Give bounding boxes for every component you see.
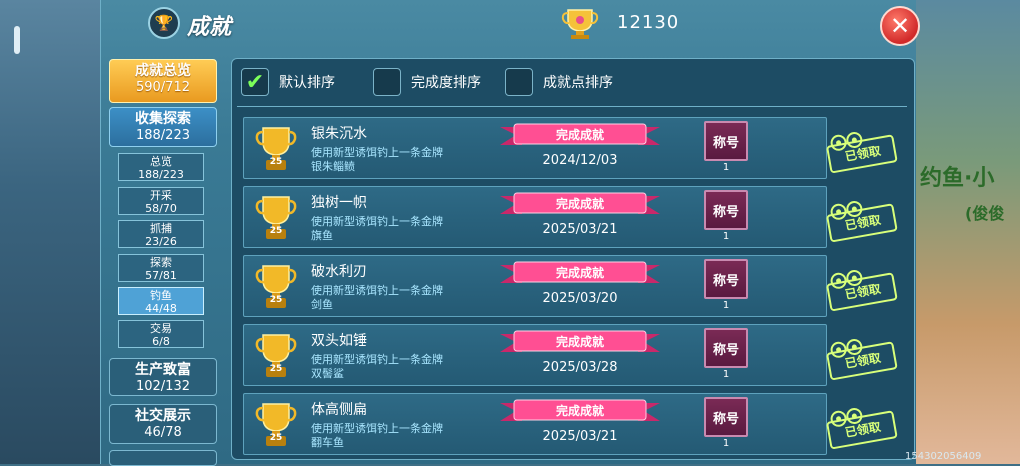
reward-label: 称号 [712,342,739,358]
complete-badge: 完成成就 [555,128,604,142]
achievement-title: 双头如锤 [311,333,367,349]
achievement-row[interactable]: 25 独树一帜 使用新型诱饵钓上一条金牌 旗鱼 完成成就 2025/03/21 … [243,186,827,248]
achievement-title: 破水利刃 [311,264,367,280]
cup-points: 25 [269,433,283,443]
title-reward[interactable]: 称号 [704,259,748,299]
title-reward[interactable]: 称号 [704,190,748,230]
achievement-fish: 旗鱼 [311,229,333,242]
trophy-icon: 🏆 [148,7,180,39]
achievement-row[interactable]: 25 双头如锤 使用新型诱饵钓上一条金牌 双髻鲨 完成成就 2025/03/28… [243,324,827,386]
sub-count: 58/70 [145,202,177,215]
achievement-title: 银朱沉水 [311,126,367,142]
sort-default[interactable]: ✔ 默认排序 [241,68,335,96]
cup-points: 25 [269,157,283,167]
sidebar-collect-count: 188/223 [135,128,190,143]
scroll-indicator [14,26,20,54]
achievement-row[interactable]: 25 体高侧扁 使用新型诱饵钓上一条金牌 翻车鱼 完成成就 2025/03/21… [243,393,827,455]
sub-overview[interactable]: 总览 188/223 [118,153,204,181]
achievement-row[interactable]: 25 破水利刃 使用新型诱饵钓上一条金牌 剑鱼 完成成就 2025/03/20 … [243,255,827,317]
background-text: 约鱼·小 [920,166,995,191]
sub-count: 188/223 [138,168,184,181]
sub-label: 抓捕 [150,222,172,235]
achievement-fish: 银朱鲻鲼 [311,160,355,173]
reward-count: 1 [722,162,730,173]
sub-label: 总览 [150,155,172,168]
sidebar-collect-label: 收集探索 [135,111,191,127]
sidebar-collect[interactable]: 收集探索 188/223 [109,107,217,147]
sidebar-total-label: 成就总览 [135,63,191,79]
reward-count: 1 [722,438,730,449]
sort-completion-label: 完成度排序 [411,75,481,91]
title-reward[interactable]: 称号 [704,397,748,437]
completion-date: 2025/03/21 [542,429,618,444]
checkbox-checked-icon[interactable]: ✔ [241,68,269,96]
sidebar-social-label: 社交展示 [135,408,191,424]
complete-badge: 完成成就 [555,266,604,280]
complete-badge: 完成成就 [555,335,604,349]
sub-mining[interactable]: 开采 58/70 [118,187,204,215]
reward-label: 称号 [712,204,739,220]
sidebar-social-count: 46/78 [144,425,182,440]
divider [237,106,907,107]
reward-count: 1 [722,369,730,380]
background-subtext: (俊俊 [965,204,1005,223]
sub-count: 23/26 [145,235,177,248]
achievement-fish: 双髻鲨 [311,367,344,380]
completion-date: 2025/03/21 [542,222,618,237]
left-background [0,0,100,464]
sub-fishing[interactable]: 钓鱼 44/48 [118,287,204,315]
page-title: 成就 [187,15,232,40]
sub-count: 6/8 [152,335,170,348]
cup-points: 25 [269,364,283,374]
close-icon: ✕ [889,12,911,40]
completion-date: 2025/03/20 [542,291,618,306]
reward-count: 1 [722,300,730,311]
sub-label: 探索 [150,256,172,269]
sidebar-social[interactable]: 社交展示 46/78 [109,404,217,444]
complete-badge: 完成成就 [555,197,604,211]
completion-date: 2025/03/28 [542,360,618,375]
sort-points[interactable]: 成就点排序 [505,68,613,96]
cup-points: 25 [269,295,283,305]
gold-cup-icon [561,9,599,39]
checkbox-icon[interactable] [373,68,401,96]
sidebar-total-count: 590/712 [135,80,190,95]
achievement-title: 体高侧扁 [311,402,367,418]
right-background [915,0,1020,464]
achievement-fish: 剑鱼 [311,298,333,311]
sidebar-production[interactable]: 生产致富 102/132 [109,358,217,396]
sub-label: 开采 [150,189,172,202]
completion-date: 2024/12/03 [542,153,618,168]
sub-capture[interactable]: 抓捕 23/26 [118,220,204,248]
close-button[interactable]: ✕ [880,6,920,46]
reward-label: 称号 [712,273,739,289]
sort-points-label: 成就点排序 [543,75,613,91]
sub-trade[interactable]: 交易 6/8 [118,320,204,348]
complete-badge: 完成成就 [555,404,604,418]
sub-label: 交易 [150,322,172,335]
checkbox-icon[interactable] [505,68,533,96]
title-reward[interactable]: 称号 [704,328,748,368]
player-id: 154302056409 [905,451,982,462]
sort-default-label: 默认排序 [279,75,335,91]
achievement-row[interactable]: 25 银朱沉水 使用新型诱饵钓上一条金牌 银朱鲻鲼 完成成就 2024/12/0… [243,117,827,179]
achievement-fish: 翻车鱼 [311,436,344,449]
sidebar-total[interactable]: 成就总览 590/712 [109,59,217,103]
sidebar-production-label: 生产致富 [135,362,191,378]
reward-label: 称号 [712,135,739,151]
sub-explore[interactable]: 探索 57/81 [118,254,204,282]
reward-label: 称号 [712,411,739,427]
title-reward[interactable]: 称号 [704,121,748,161]
sidebar-production-count: 102/132 [135,379,190,394]
reward-count: 1 [722,231,730,242]
sub-label: 钓鱼 [150,289,172,302]
cup-points: 25 [269,226,283,236]
sub-count: 44/48 [145,302,177,315]
sub-count: 57/81 [145,269,177,282]
achievement-points: 12130 [617,12,680,33]
achievement-title: 独树一帜 [311,195,367,211]
sort-completion[interactable]: 完成度排序 [373,68,481,96]
